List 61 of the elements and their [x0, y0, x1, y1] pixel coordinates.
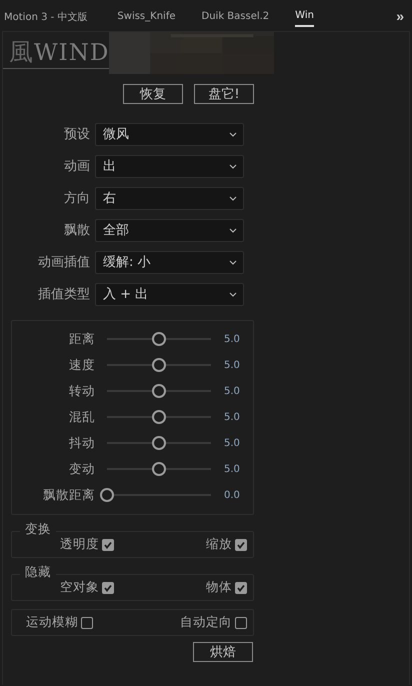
dropdown[interactable]: 右 [95, 186, 244, 210]
slider-value: 0.0 [224, 490, 240, 500]
checkbox[interactable] [235, 616, 247, 628]
slider-thumb[interactable] [152, 462, 166, 476]
chevron-icon [229, 292, 237, 296]
checkbox-label: 自动定向 [180, 614, 232, 631]
field-label: 动画插值 [37, 254, 91, 271]
slider-label: 混乱 [68, 408, 96, 426]
chevron-icon [229, 228, 237, 232]
checkbox-label: 物体 [206, 579, 232, 596]
checkbox-label: 空对象 [60, 579, 99, 596]
group-title: 隐藏 [20, 564, 56, 581]
checkbox[interactable] [81, 616, 93, 628]
slider-label: 转动 [68, 382, 96, 400]
chevron-icon [229, 164, 237, 168]
slider-label: 变动 [68, 460, 96, 478]
slider-value: 5.0 [224, 334, 240, 344]
panel-tab[interactable]: Duik Bassel.2 [202, 5, 270, 26]
checkbox[interactable] [235, 582, 247, 594]
slider-label: 飘散距离 [42, 486, 96, 504]
checkbox[interactable] [102, 582, 114, 594]
panel-tab[interactable]: Win [295, 4, 314, 27]
dropdown[interactable]: 微风 [95, 122, 244, 146]
chevron-icon [229, 196, 237, 200]
slider-thumb[interactable] [152, 410, 166, 424]
dropdown[interactable]: 出 [95, 154, 244, 178]
chevron-icon [229, 132, 237, 136]
dropdown[interactable]: 缓解: 小 [95, 250, 244, 274]
slider-value: 5.0 [224, 386, 240, 396]
dropdown[interactable]: 全部 [95, 218, 244, 242]
slider-label: 距离 [68, 330, 96, 348]
panel-tab[interactable]: Swiss_Knife [117, 5, 176, 26]
slider-thumb[interactable] [152, 332, 166, 346]
dropdown[interactable]: 入 + 出 [95, 282, 244, 306]
slider-value: 5.0 [224, 360, 240, 370]
group-title: 变换 [20, 521, 56, 538]
action-button[interactable]: 盘它! [194, 84, 254, 104]
slider-value: 5.0 [224, 412, 240, 422]
field-label: 动画 [63, 158, 91, 175]
overflow-button[interactable]: » [392, 8, 408, 24]
checkbox[interactable] [235, 538, 247, 550]
slider-label: 速度 [68, 356, 96, 374]
chevron-icon [229, 260, 237, 264]
bake-button[interactable]: 烘焙 [193, 642, 253, 662]
field-label: 方向 [63, 190, 91, 207]
slider-value: 5.0 [224, 438, 240, 448]
checkbox-label: 缩放 [206, 536, 232, 553]
action-button[interactable]: 恢复 [123, 84, 183, 104]
field-label: 预设 [63, 126, 91, 143]
slider-label: 抖动 [68, 434, 96, 452]
slider-thumb[interactable] [152, 436, 166, 450]
checkbox[interactable] [102, 538, 114, 550]
slider-thumb[interactable] [152, 358, 166, 372]
checkbox-label: 运动模糊 [26, 614, 78, 631]
slider-value: 5.0 [224, 464, 240, 474]
slider-thumb[interactable] [152, 384, 166, 398]
field-label: 飘散 [63, 222, 91, 239]
checkbox-label: 透明度 [60, 536, 99, 553]
slider-thumb[interactable] [100, 488, 114, 502]
panel-tab[interactable]: Motion 3 - 中文版 [4, 4, 88, 28]
field-label: 插值类型 [37, 286, 91, 303]
